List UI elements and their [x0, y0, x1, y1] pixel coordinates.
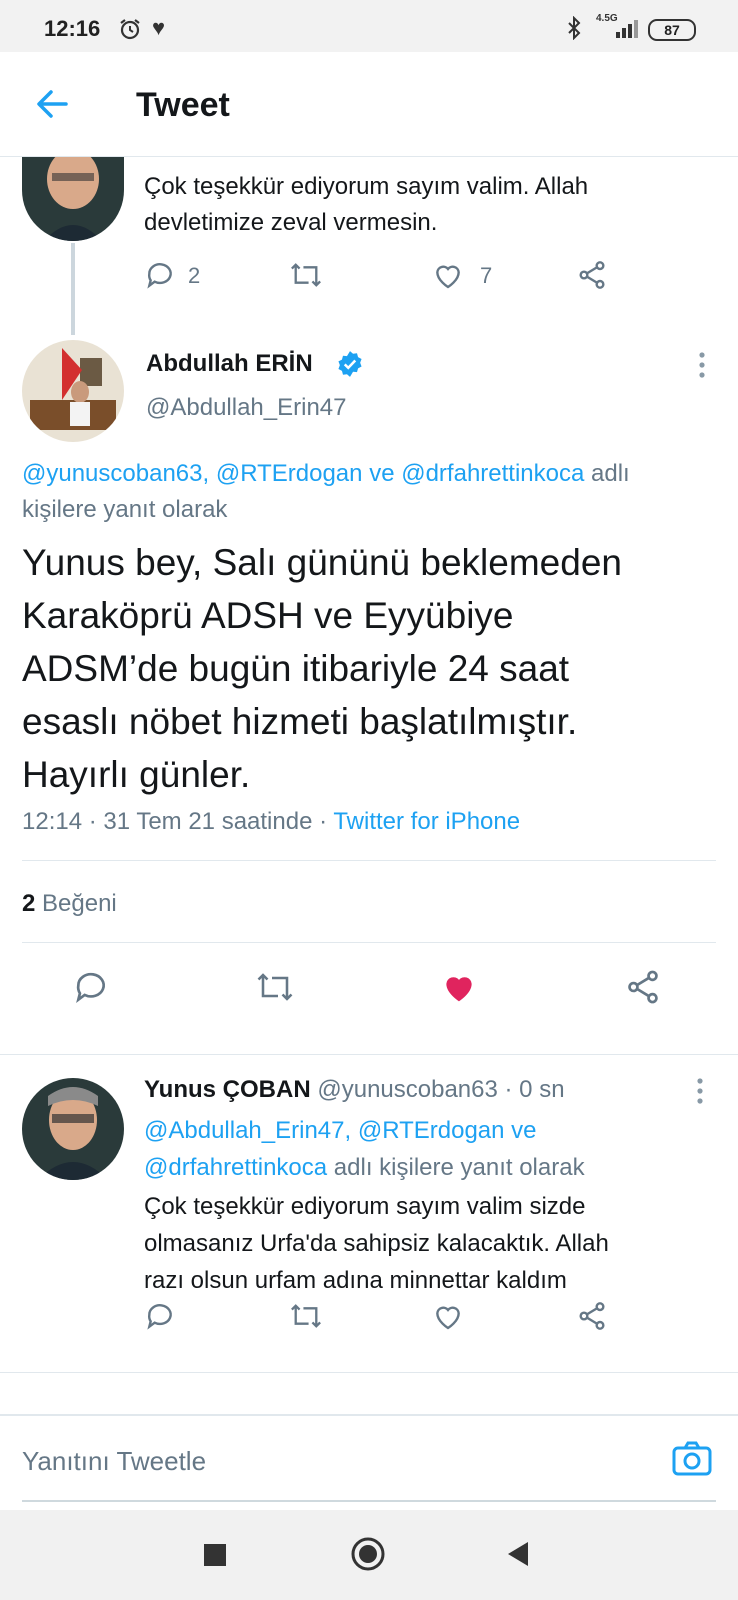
bluetooth-icon [566, 15, 582, 45]
share-icon[interactable] [624, 968, 662, 1006]
likes-count: 2 [22, 890, 36, 917]
tweet-meta: 12:14 · 31 Tem 21 saatinde · Twitter for… [22, 808, 520, 836]
alarm-icon [118, 17, 142, 46]
tweet-line: Yunus bey, Salı gününü beklemeden [22, 542, 622, 583]
reply-icon[interactable] [144, 259, 176, 291]
prev-tweet-text: Çok teşekkür ediyorum sayım valim. Allah… [144, 173, 589, 236]
handle-time[interactable]: @yunuscoban63 · 0 sn [317, 1076, 564, 1103]
reply-count: 2 [188, 263, 201, 288]
reply-header: Yunus ÇOBAN @yunuscoban63 · 0 sn [144, 1076, 565, 1104]
share-icon[interactable] [576, 259, 608, 291]
reply-tweet[interactable]: Yunus ÇOBAN @yunuscoban63 · 0 sn @Abdull… [0, 1056, 738, 1370]
reply-context: @yunuscoban63, @RTErdogan ve @drfahretti… [22, 456, 722, 528]
like-count: 7 [480, 263, 493, 288]
tweet-line: ADSM’de bugün itibariyle 24 saat [22, 648, 570, 689]
network-type: 4.5G [596, 13, 618, 24]
mention-link[interactable]: @drfahrettinkoca [144, 1154, 327, 1181]
thread-line [71, 243, 75, 335]
reply-text: Çok teşekkür ediyorum sayım valim sizde … [144, 1188, 724, 1299]
tweet-actions [0, 968, 738, 1012]
likes-label: Beğeni [42, 890, 117, 917]
back-button[interactable] [506, 1540, 530, 1573]
home-button[interactable] [350, 1536, 386, 1577]
tweet-body: Yunus bey, Salı gününü beklemeden Karakö… [22, 536, 722, 801]
battery-level: 87 [648, 19, 696, 41]
more-options-icon[interactable] [692, 352, 712, 378]
main-tweet: Abdullah ERİN @Abdullah_Erin47 @yunuscob… [0, 336, 738, 1056]
like-icon[interactable] [432, 1300, 464, 1332]
heart-status-icon: ♥ [152, 15, 166, 40]
back-arrow-icon[interactable] [34, 86, 70, 127]
reply-context-suffix: adlı kişilere yanıt olarak [333, 1154, 585, 1181]
avatar[interactable] [22, 1078, 124, 1180]
system-nav-bar [0, 1510, 738, 1600]
like-icon[interactable] [432, 259, 464, 291]
reply-context-suffix: kişilere yanıt olarak [22, 496, 228, 523]
reply-line: Çok teşekkür ediyorum sayım valim sizde [144, 1193, 586, 1220]
page-title: Tweet [136, 86, 230, 124]
mention-link[interactable]: @drfahrettinkoca [401, 460, 584, 487]
reply-composer: Yanıtını Tweetle [0, 1414, 738, 1512]
reply-line: olmasanız Urfa'da sahipsiz kalacaktık. A… [144, 1230, 609, 1257]
retweet-icon[interactable] [254, 968, 296, 1006]
status-bar: 12:16 ♥ 4.5G 87 [0, 0, 738, 52]
section-divider [0, 1372, 738, 1373]
avatar[interactable] [22, 340, 124, 442]
reply-input[interactable]: Yanıtını Tweetle [22, 1446, 206, 1477]
likes-summary[interactable]: 2 Beğeni [22, 890, 117, 918]
app-header: Tweet [0, 52, 738, 157]
more-options-icon[interactable] [696, 1078, 704, 1109]
mention-link[interactable]: @RTErdogan [216, 460, 363, 487]
share-icon[interactable] [576, 1300, 608, 1332]
camera-icon[interactable] [672, 1440, 712, 1481]
signal-icon [616, 20, 642, 43]
author-name[interactable]: Abdullah ERİN [146, 350, 313, 378]
mention-link[interactable]: @Abdullah_Erin47, @RTErdogan ve [144, 1112, 724, 1149]
verified-badge-icon [336, 350, 364, 383]
tweet-line: Karaköprü ADSH ve Eyyübiye [22, 595, 514, 636]
reply-line: razı olsun urfam adına minnettar kaldım [144, 1267, 567, 1294]
mention-link: ve [369, 460, 395, 487]
author-name[interactable]: Yunus ÇOBAN [144, 1076, 311, 1103]
avatar[interactable] [22, 157, 124, 241]
retweet-icon[interactable] [288, 259, 324, 291]
liked-heart-icon[interactable] [440, 968, 478, 1006]
source-link[interactable]: Twitter for iPhone [333, 808, 520, 835]
author-handle[interactable]: @Abdullah_Erin47 [146, 394, 347, 422]
prev-tweet[interactable]: Çok teşekkür ediyorum sayım valim. Allah… [0, 157, 738, 337]
divider [22, 860, 716, 861]
retweet-icon[interactable] [288, 1300, 324, 1332]
recent-apps-button[interactable] [204, 1544, 226, 1566]
divider [22, 1500, 716, 1502]
reply-context: @Abdullah_Erin47, @RTErdogan ve @drfahre… [144, 1112, 724, 1186]
timestamp: 12:14 · 31 Tem 21 saatinde · [22, 808, 328, 835]
reply-icon[interactable] [72, 968, 110, 1006]
tweet-line: esaslı nöbet hizmeti başlatılmıştır. [22, 701, 578, 742]
tweet-line: Hayırlı günler. [22, 754, 251, 795]
section-divider [0, 1054, 738, 1055]
clock: 12:16 [44, 16, 101, 41]
reply-context-suffix: adlı [591, 460, 630, 487]
mention-link[interactable]: @yunuscoban63, [22, 460, 209, 487]
divider [22, 942, 716, 943]
reply-icon[interactable] [144, 1300, 176, 1332]
